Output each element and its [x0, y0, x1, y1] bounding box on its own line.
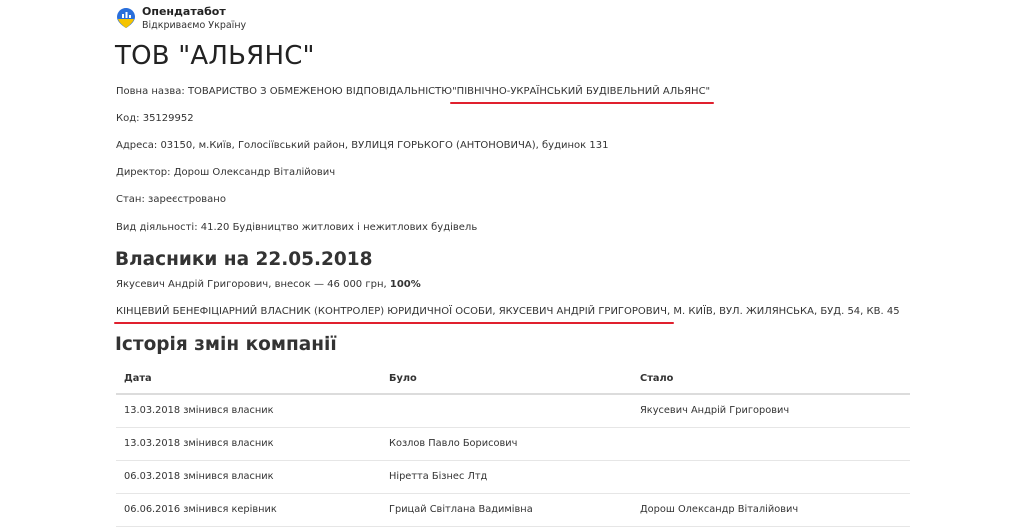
history-header-row: Дата Було Стало — [116, 364, 910, 395]
activity-value: 41.20 Будівництво житлових і нежитлових … — [200, 222, 478, 233]
activity-row: Вид діяльності: 41.20 Будівництво житлов… — [116, 221, 477, 235]
status-row: Стан: зареєстровано — [116, 193, 226, 207]
full-name-highlight: "ПІВНІЧНО-УКРАЇНСЬКИЙ БУДІВЕЛЬНИЙ АЛЬЯНС… — [450, 86, 715, 104]
cell-became — [632, 427, 910, 461]
brand-name: Опендатабот — [142, 5, 226, 18]
cell-became — [632, 460, 910, 494]
director-label: Директор: — [116, 167, 171, 178]
owner-row: Якусевич Андрій Григорович, внесок — 46 … — [116, 278, 421, 292]
table-row: 13.03.2018 змінився власник Якусевич Анд… — [116, 394, 910, 428]
address-value: 03150, м.Київ, Голосіївський район, ВУЛИ… — [160, 140, 609, 151]
cell-date: 06.03.2018 змінився власник — [116, 460, 381, 494]
cell-date: 06.06.2016 змінився керівник — [116, 493, 381, 527]
company-page: Опендатабот Відкриваємо Україну ТОВ "АЛЬ… — [0, 0, 1024, 532]
opendatabot-logo-icon — [117, 8, 135, 28]
full-name-prefix: ТОВАРИСТВО З ОБМЕЖЕНОЮ ВІДПОВІДАЛЬНІСТЮ — [187, 86, 453, 97]
cell-date: 13.03.2018 змінився власник — [116, 394, 381, 428]
table-row: 13.03.2018 змінився власник Козлов Павло… — [116, 427, 910, 461]
owner-share: 100% — [389, 279, 421, 290]
activity-label: Вид діяльності: — [116, 222, 198, 233]
status-value: зареєстровано — [148, 194, 226, 205]
address-row: Адреса: 03150, м.Київ, Голосіївський рай… — [116, 139, 608, 153]
history-table: Дата Було Стало 13.03.2018 змінився влас… — [116, 364, 910, 527]
beneficiary-address: М. КИЇВ, ВУЛ. ЖИЛЯНСЬКА, БУД. 54, КВ. 45 — [673, 306, 900, 317]
cell-became: Дорош Олександр Віталійович — [632, 493, 910, 527]
cell-date: 13.03.2018 змінився власник — [116, 427, 381, 461]
beneficiary-highlight: КІНЦЕВИЙ БЕНЕФІЦІАРНИЙ ВЛАСНИК (КОНТРОЛЕ… — [113, 306, 675, 324]
cell-was — [381, 394, 632, 428]
beneficiary-row: КІНЦЕВИЙ БЕНЕФІЦІАРНИЙ ВЛАСНИК (КОНТРОЛЕ… — [113, 305, 900, 324]
owner-line: Якусевич Андрій Григорович, внесок — 46 … — [116, 279, 387, 290]
cell-was: Козлов Павло Борисович — [381, 427, 632, 461]
brand-tagline: Відкриваємо Україну — [142, 20, 247, 31]
owners-heading: Власники на 22.05.2018 — [115, 249, 373, 270]
address-label: Адреса: — [116, 140, 158, 151]
director-value: Дорош Олександр Віталійович — [173, 167, 336, 178]
director-row: Директор: Дорош Олександр Віталійович — [116, 166, 335, 180]
cell-was: Грицай Світлана Вадимівна — [381, 493, 632, 527]
code-row: Код: 35129952 — [116, 112, 194, 126]
table-row: 06.03.2018 змінився власник Ніретта Бізн… — [116, 460, 910, 494]
full-name-label: Повна назва: — [116, 86, 185, 97]
column-header-date: Дата — [116, 364, 381, 395]
code-value: 35129952 — [142, 113, 194, 124]
cell-was: Ніретта Бізнес Лтд — [381, 460, 632, 494]
full-name-row: Повна назва: ТОВАРИСТВО З ОБМЕЖЕНОЮ ВІДП… — [116, 85, 715, 104]
cell-became: Якусевич Андрій Григорович — [632, 394, 910, 428]
table-row: 06.06.2016 змінився керівник Грицай Світ… — [116, 493, 910, 527]
status-label: Стан: — [116, 194, 145, 205]
code-label: Код: — [116, 113, 140, 124]
history-heading: Історія змін компанії — [115, 334, 337, 355]
column-header-was: Було — [381, 364, 632, 395]
page-title: ТОВ "АЛЬЯНС" — [115, 41, 315, 71]
column-header-became: Стало — [632, 364, 910, 395]
brand-logo-link[interactable]: Опендатабот Відкриваємо Україну — [116, 5, 246, 32]
